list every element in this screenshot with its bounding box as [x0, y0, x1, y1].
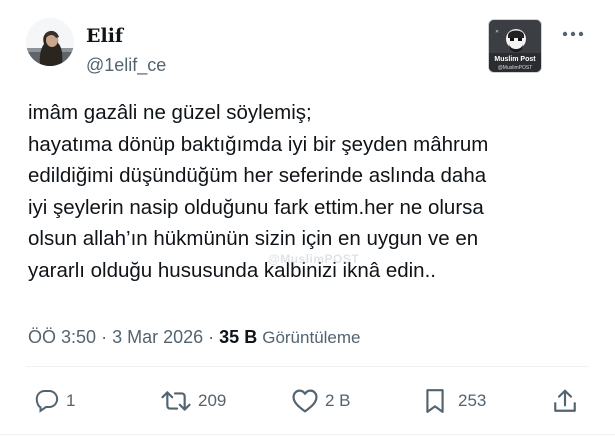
post: Elif @1elif_ce ✕ Muslim Post @MuslimPOST… — [0, 0, 615, 437]
views-count[interactable]: 35 B — [219, 327, 257, 347]
reply-count: 1 — [66, 391, 76, 410]
meta-separator: · — [101, 327, 108, 347]
divider — [0, 434, 615, 435]
like-icon — [292, 389, 318, 413]
repost-button[interactable]: 209 — [160, 388, 226, 414]
tweet-time[interactable]: ÖÖ 3:50 — [28, 327, 96, 347]
affiliate-name: Muslim Post — [494, 56, 536, 63]
avatar[interactable] — [26, 18, 74, 66]
more-options-button[interactable] — [558, 22, 588, 46]
share-icon — [554, 389, 576, 412]
reply-button[interactable]: 1 — [34, 388, 75, 414]
author-display-name[interactable]: Elif — [86, 25, 123, 47]
tweet-date[interactable]: 3 Mar 2026 — [112, 327, 203, 347]
divider — [26, 366, 589, 367]
tweet-meta: ÖÖ 3:50 · 3 Mar 2026 · 35 B Görüntüleme — [28, 325, 361, 350]
tweet-line: hayatıma dönüp baktığımda iyi bir şeyden… — [28, 132, 489, 156]
avatar-image — [26, 18, 74, 66]
affiliate-badge[interactable]: ✕ Muslim Post @MuslimPOST — [489, 20, 541, 72]
repost-icon — [161, 391, 191, 411]
tweet-line: olsun allah’ın hükmünün sizin için en uy… — [28, 227, 479, 250]
like-button[interactable]: 2 B — [291, 388, 351, 414]
share-button[interactable] — [552, 388, 578, 414]
tweet-line: iyi şeylerin nasip olduğunu fark ettim.h… — [28, 195, 484, 219]
more-icon — [562, 31, 584, 37]
repost-count: 209 — [198, 391, 227, 410]
bookmark-button[interactable]: 253 — [424, 388, 486, 414]
meta-separator: · — [208, 327, 215, 347]
reply-icon — [35, 390, 59, 413]
views-label: Görüntüleme — [262, 328, 361, 347]
tweet-line: edildiğimi düşündüğüm her seferinde aslı… — [28, 164, 487, 187]
author-handle[interactable]: @1elif_ce — [86, 54, 166, 76]
tweet-line: imâm gazâli ne güzel söylemiş; — [28, 101, 312, 124]
bookmark-icon — [426, 389, 444, 413]
svg-text:✕: ✕ — [495, 29, 499, 35]
watermark: @MuslimPOST — [268, 252, 360, 266]
bookmark-count: 253 — [458, 391, 487, 410]
like-count: 2 B — [325, 391, 351, 410]
affiliate-handle: @MuslimPOST — [497, 65, 533, 71]
